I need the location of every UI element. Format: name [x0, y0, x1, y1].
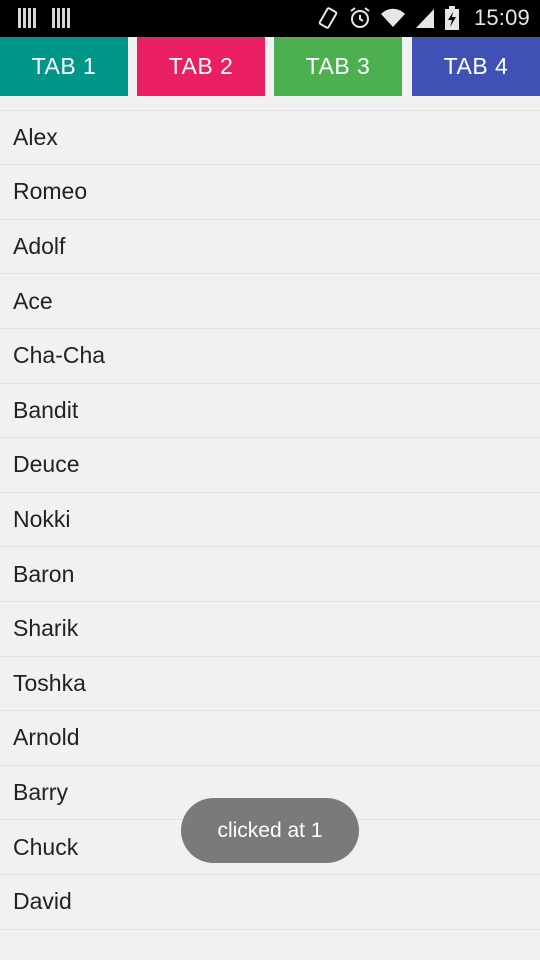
- list-item[interactable]: Ace: [0, 274, 540, 329]
- tab-4[interactable]: TAB 4: [412, 37, 540, 96]
- status-right-icons: 15:09: [316, 5, 530, 31]
- list-item[interactable]: Cha-Cha: [0, 329, 540, 384]
- list-item[interactable]: Toshka: [0, 657, 540, 712]
- list-item[interactable]: David: [0, 875, 540, 930]
- tab-3[interactable]: TAB 3: [274, 37, 402, 96]
- list-item[interactable]: Alex: [0, 111, 540, 166]
- barcode-icon: [18, 8, 36, 28]
- status-bar: 15:09: [0, 0, 540, 37]
- list-item[interactable]: Adolf: [0, 220, 540, 275]
- tab-1[interactable]: TAB 1: [0, 37, 128, 96]
- tab-2[interactable]: TAB 2: [137, 37, 265, 96]
- wifi-icon: [380, 6, 406, 30]
- alarm-icon: [348, 6, 372, 30]
- list-item[interactable]: Bandit: [0, 384, 540, 439]
- vibrate-icon: [316, 6, 340, 30]
- list-item[interactable]: Baron: [0, 547, 540, 602]
- toast-message: clicked at 1: [181, 798, 359, 863]
- list-item[interactable]: Romeo: [0, 165, 540, 220]
- signal-icon: [414, 6, 436, 30]
- list-item[interactable]: Nokki: [0, 493, 540, 548]
- barcode-icon: [52, 8, 70, 28]
- tab-bar: TAB 1 TAB 2 TAB 3 TAB 4: [0, 37, 540, 96]
- list-item[interactable]: Deuce: [0, 438, 540, 493]
- list-item[interactable]: Arnold: [0, 711, 540, 766]
- app-screen: 15:09 TAB 1 TAB 2 TAB 3 TAB 4 Max Alex R…: [0, 0, 540, 960]
- status-left-icons: [18, 8, 70, 28]
- battery-charging-icon: [444, 5, 460, 31]
- list-item[interactable]: Sharik: [0, 602, 540, 657]
- status-time: 15:09: [473, 5, 530, 30]
